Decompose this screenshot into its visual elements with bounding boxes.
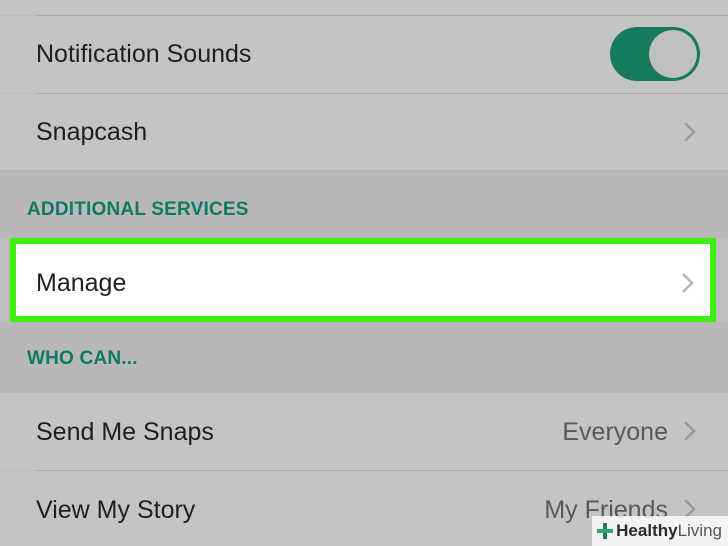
send-me-snaps-label: Send Me Snaps [36,418,214,446]
section-header-additional-services: ADDITIONAL SERVICES [27,199,249,220]
notification-sounds-row: Notification Sounds [0,16,728,93]
previous-row [0,0,728,15]
additional-services-section: ADDITIONAL SERVICES [0,170,728,238]
toggle-knob [649,30,697,78]
snapcash-label: Snapcash [36,118,148,146]
healthy-living-watermark: Healthy Living [592,516,728,546]
chevron-right-icon [682,273,694,293]
section-header-who-can: WHO CAN... [27,348,138,369]
send-me-snaps-value: Everyone [562,418,668,446]
manage-row[interactable]: Manage [10,238,716,322]
view-my-story-label: View My Story [36,496,196,524]
manage-label: Manage [36,269,127,297]
watermark-brand-bold: Healthy [616,521,678,540]
snapcash-row[interactable]: Snapcash [0,94,728,170]
watermark-brand-light: Living [677,521,722,540]
healthy-living-logo-icon [597,523,614,539]
chevron-right-icon [684,421,696,441]
send-me-snaps-row[interactable]: Send Me Snaps Everyone [0,393,728,470]
notification-sounds-toggle[interactable] [610,27,700,81]
who-can-section: WHO CAN... [0,322,728,393]
notification-sounds-label: Notification Sounds [36,40,252,68]
chevron-right-icon [684,122,696,142]
